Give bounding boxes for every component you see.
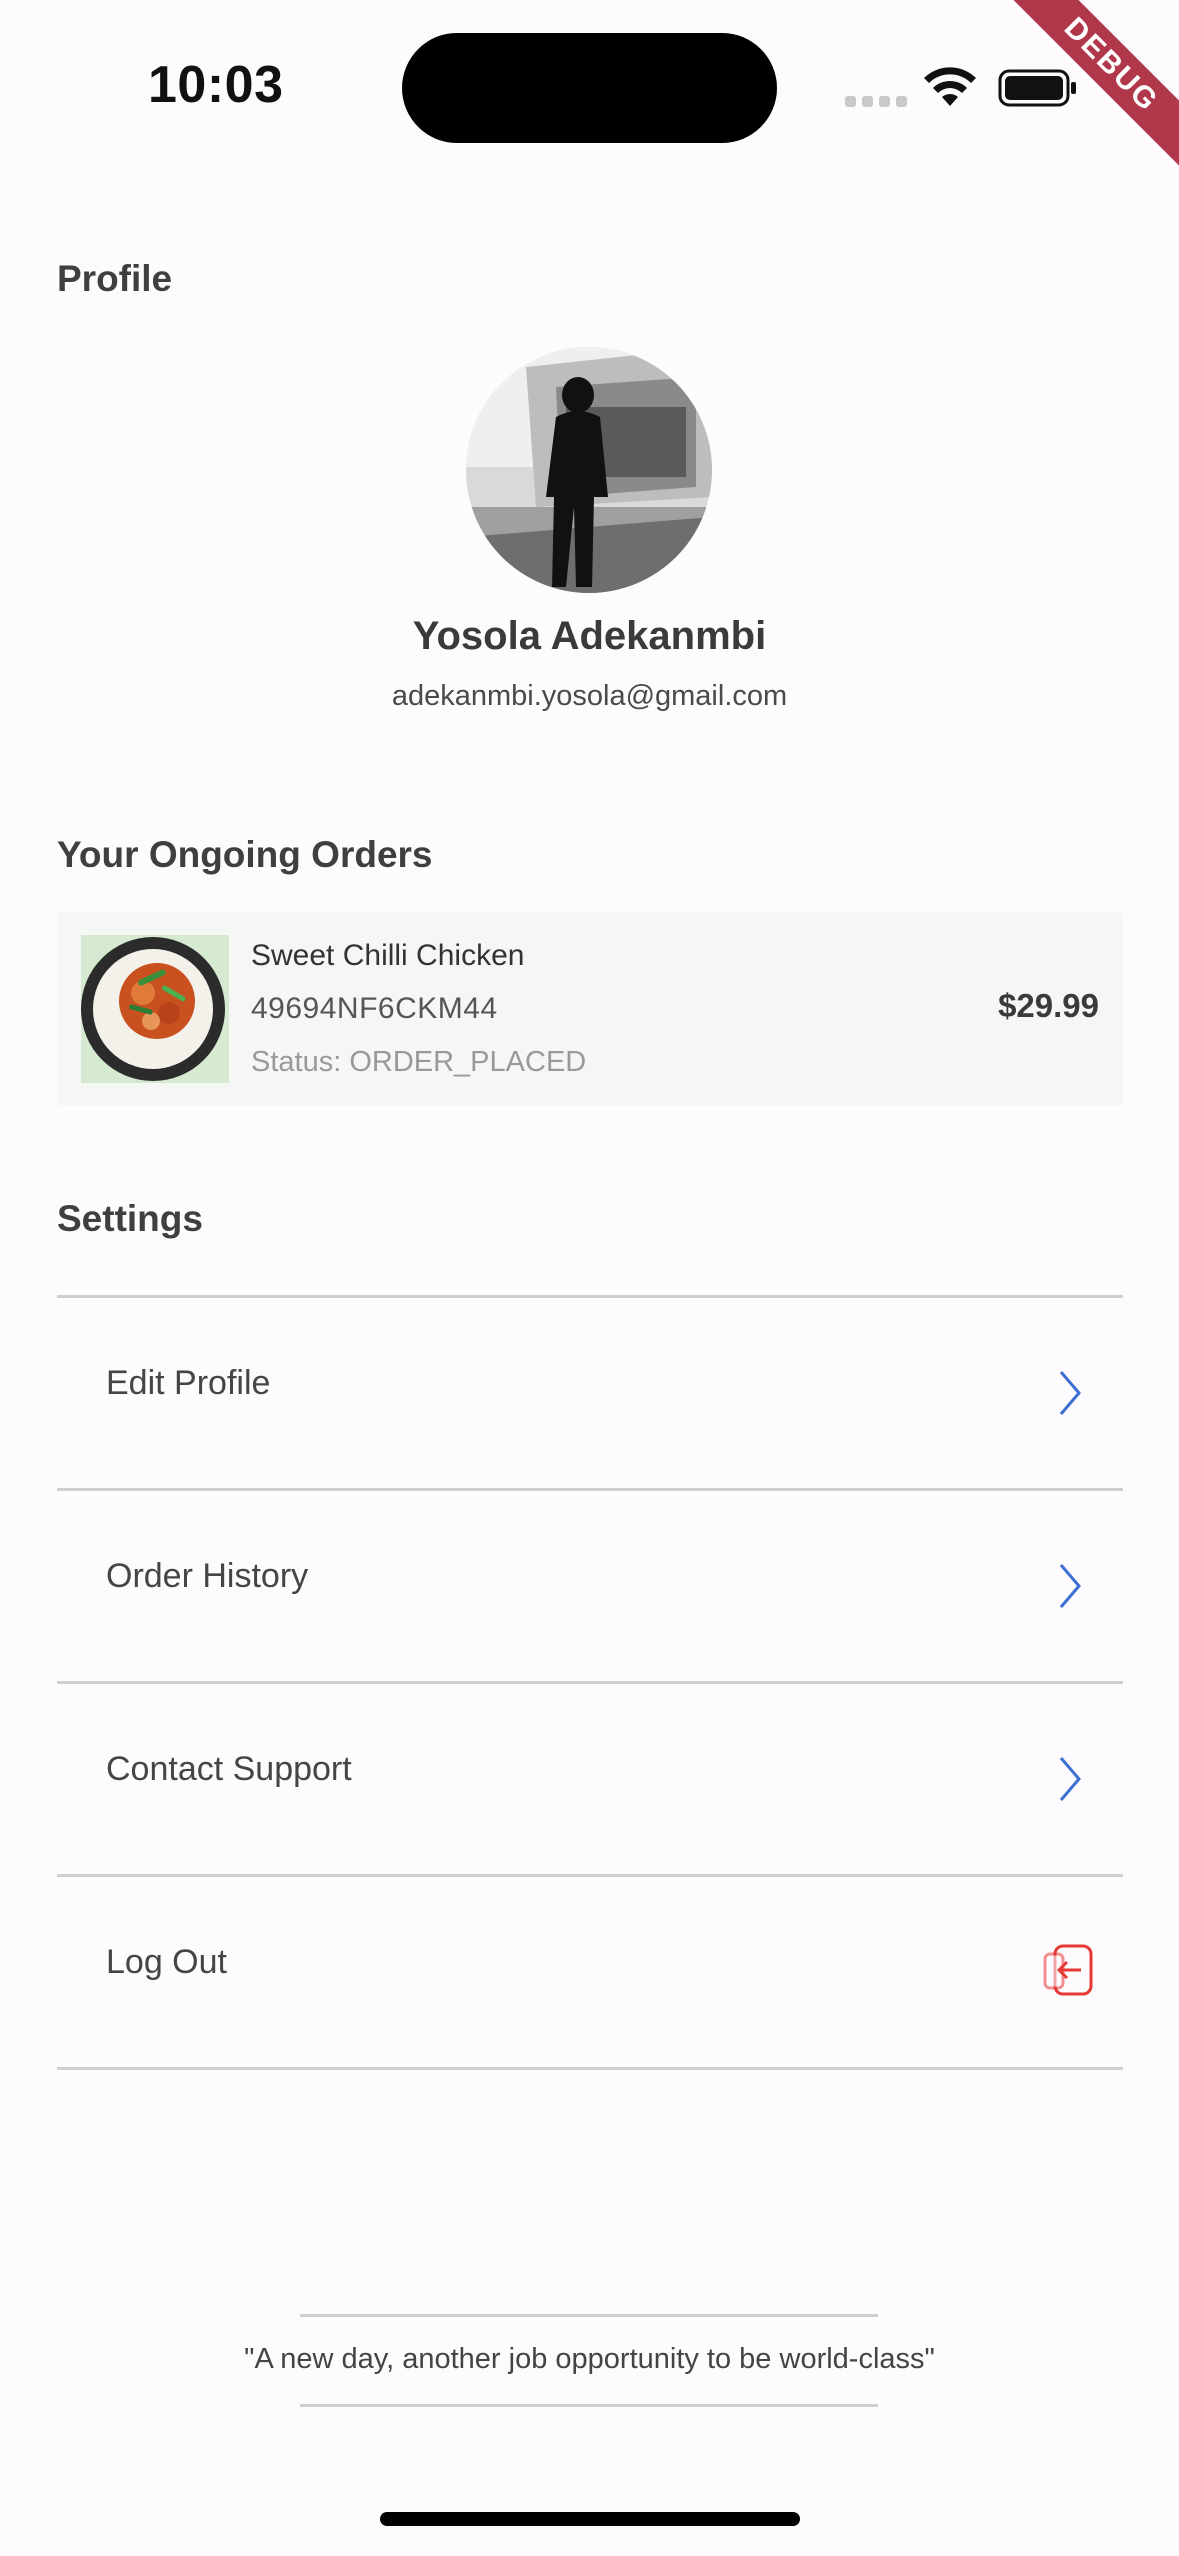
debug-banner: DEBUG: [999, 0, 1179, 180]
home-indicator[interactable]: [380, 2512, 800, 2526]
settings-item-contact-support[interactable]: Contact Support: [57, 1684, 1123, 1874]
divider: [57, 2067, 1123, 2070]
status-time: 10:03: [148, 56, 284, 114]
order-food-image: [81, 935, 229, 1083]
ongoing-order-card[interactable]: Sweet Chilli Chicken 49694NF6CKM44 Statu…: [57, 912, 1123, 1106]
logout-icon: [1043, 1944, 1093, 1996]
orders-section-title: Your Ongoing Orders: [57, 834, 433, 875]
settings-item-label: Order History: [106, 1557, 309, 1595]
settings-item-log-out[interactable]: Log Out: [57, 1877, 1123, 2067]
settings-section-title: Settings: [57, 1198, 203, 1239]
chevron-right-icon: [1059, 1757, 1081, 1801]
order-status: Status: ORDER_PLACED: [251, 1046, 587, 1078]
wifi-icon: [924, 67, 976, 106]
settings-item-label: Contact Support: [106, 1750, 352, 1788]
dynamic-island: [402, 33, 777, 143]
order-id: 49694NF6CKM44: [251, 992, 498, 1025]
settings-item-label: Edit Profile: [106, 1364, 271, 1402]
profile-email: adekanmbi.yosola@gmail.com: [391, 680, 788, 712]
profile-name: Yosola Adekanmbi: [412, 614, 767, 658]
chevron-right-icon: [1059, 1564, 1081, 1608]
profile-screen: 10:03 DEBUG Profile Yosola Adekanmbi ade…: [0, 0, 1179, 2556]
profile-section-title: Profile: [57, 258, 173, 299]
avatar[interactable]: [466, 347, 712, 593]
quote-bottom-divider: [300, 2404, 878, 2407]
chevron-right-icon: [1059, 1371, 1081, 1415]
settings-item-order-history[interactable]: Order History: [57, 1491, 1123, 1681]
motivational-quote: "A new day, another job opportunity to b…: [244, 2343, 935, 2375]
settings-item-label: Log Out: [106, 1943, 227, 1981]
avatar-photo: [466, 347, 712, 593]
quote-top-divider: [300, 2314, 878, 2317]
order-item-name: Sweet Chilli Chicken: [251, 939, 525, 972]
order-price: $29.99: [998, 987, 1099, 1024]
cellular-signal-icon: [845, 96, 907, 108]
settings-item-edit-profile[interactable]: Edit Profile: [57, 1298, 1123, 1488]
debug-label: DEBUG: [999, 0, 1179, 180]
